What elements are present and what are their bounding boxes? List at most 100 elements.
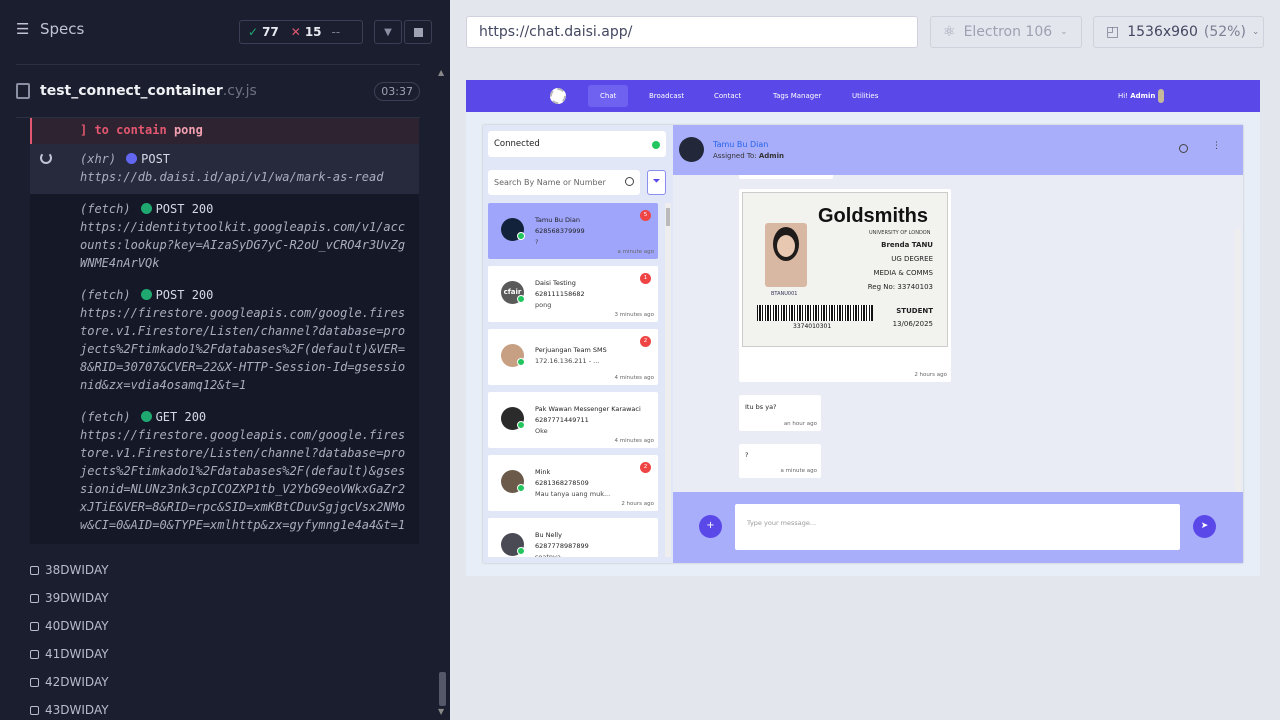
card-degree: UG DEGREE [891,255,933,263]
list-item[interactable]: Perjuangan Team SMS 172.16.136.211 - ...… [488,329,658,385]
chat-panel: Tamu Bu Dian Assigned To: Admin ⋮ Goldsm… [673,125,1243,563]
specs-header[interactable]: ☰ Specs [16,20,84,38]
status-text: Connected [494,139,540,149]
app-logo[interactable] [550,88,566,104]
spec-file-row[interactable]: test_connect_container .cy.js 03:37 [16,64,420,118]
nav-contact[interactable]: Contact [702,80,753,112]
card-institution: Goldsmiths [818,205,929,227]
chat-contact-name[interactable]: Tamu Bu Dian [713,140,768,149]
suite-item[interactable]: 43DWIDAY [30,703,109,717]
entry-url: https://firestore.googleapis.com/google.… [80,428,406,532]
search-icon[interactable] [625,177,634,186]
suite-checkbox-icon [30,705,39,715]
specs-label: Specs [40,20,85,38]
nav-utilities[interactable]: Utilities [840,80,890,112]
unread-badge: 5 [640,210,651,221]
chevron-down-icon: ⌄ [1251,27,1260,37]
avatar [501,344,525,367]
search-input[interactable]: Search By Name or Number [488,170,640,195]
card-photo [765,223,807,287]
scroll-thumb[interactable] [439,672,446,706]
chat-header: Tamu Bu Dian Assigned To: Admin ⋮ [673,125,1243,175]
contact-phone: 628568379999 [535,227,585,235]
suite-item[interactable]: 38DWIDAY [30,563,109,577]
suite-item[interactable]: 39DWIDAY [30,591,109,605]
log-entry[interactable]: (xhr) POST https://db.daisi.id/api/v1/wa/… [30,144,419,194]
message-time: an hour ago [783,421,817,427]
contact-scrollbar[interactable] [665,203,671,557]
contact-phone: 6281368278509 [535,479,589,487]
url-bar[interactable]: https://chat.daisi.app/ [466,16,918,48]
viewport-selector[interactable]: ◰ 1536x960 (52%) ⌄ [1093,16,1264,48]
viewport-size: 1536x960 [1127,24,1198,40]
scroll-down-icon[interactable]: ▼ [438,707,444,716]
search-icon[interactable] [1179,144,1188,153]
id-card-image[interactable]: Goldsmiths UNIVERSITY OF LONDON BTANU001… [742,192,948,347]
chevron-down-icon[interactable]: ▼ [374,20,402,44]
contact-name: Daisi Testing [535,279,576,287]
contact-list: Tamu Bu Dian 628568379999 ? a minute ago… [488,203,660,557]
log-entry[interactable]: (fetch) POST 200 https://firestore.google… [30,280,419,402]
send-button[interactable]: ➤ [1193,515,1216,538]
user-avatar[interactable] [1158,89,1164,103]
assigned-user: Admin [758,152,784,160]
card-photo-tag: BTANU001 [771,291,798,297]
suite-checkbox-icon [30,621,39,631]
message-bubble [739,175,833,179]
suite-item[interactable]: 41DWIDAY [30,647,109,661]
scroll-up-icon[interactable]: ▲ [438,68,444,77]
log-entry[interactable]: (fetch) GET 200 https://firestore.googlea… [30,402,419,542]
search-placeholder: Search By Name or Number [494,178,606,187]
list-item[interactable]: Mink 6281368278509 Mau tanya uang muk...… [488,455,658,511]
message-bubble: ? a minute ago [739,444,821,478]
nav-chat[interactable]: Chat [588,85,629,107]
entry-url: https://identitytoolkit.googleapis.com/v… [80,220,406,270]
card-dept: MEDIA & COMMS [873,269,933,277]
card-role: STUDENT [896,307,933,315]
suite-checkbox-icon [30,677,39,687]
log-scrollbar[interactable]: ▲ ▼ [436,64,448,720]
attach-button[interactable]: + [699,515,722,538]
log-entry[interactable]: (fetch) POST 200 https://identitytoolkit.… [30,194,419,280]
cross-icon: ✕ [290,25,301,39]
entry-type: (xhr) [80,152,117,166]
suite-label: 41DWIDAY [45,647,109,661]
card-date: 13/06/2025 [892,320,933,328]
test-stats: ✓ 77 ✕ 15 -- [239,20,363,44]
contact-name: Perjuangan Team SMS [535,346,607,354]
list-item[interactable]: Tamu Bu Dian 628568379999 ? a minute ago… [488,203,658,259]
file-icon [16,83,30,99]
failed-count: 15 [304,25,322,39]
suite-item[interactable]: 42DWIDAY [30,675,109,689]
contact-last-message: seatnya [535,553,561,557]
nav-broadcast[interactable]: Broadcast [637,80,696,112]
barcode [757,305,873,321]
menu-icon: ☰ [16,20,30,38]
command-log: ] to contain pong (xhr) POST https://db.d… [30,118,419,544]
unread-badge: 1 [640,273,651,284]
stop-button[interactable] [404,20,432,44]
browser-selector[interactable]: ⚛ Electron 106 ⌄ [930,16,1082,48]
list-item[interactable]: Bu Nelly 6287778987899 seatnya [488,518,658,557]
runner-panel: ☰ Specs ✓ 77 ✕ 15 -- ▼ test_connect_cont… [0,0,450,720]
message-scrollbar[interactable] [1235,229,1241,492]
more-icon[interactable]: ⋮ [1212,141,1221,151]
suite-item[interactable]: 40DWIDAY [30,619,109,633]
list-item[interactable]: Pak Wawan Messenger Karawaci 62877714497… [488,392,658,448]
nav-tags-manager[interactable]: Tags Manager [761,80,833,112]
list-item[interactable]: cfair Daisi Testing 628111158682 pong 3 … [488,266,658,322]
filter-icon[interactable]: ⏷ [647,170,666,195]
scroll-thumb[interactable] [666,208,670,226]
suite-label: 42DWIDAY [45,675,109,689]
suite-checkbox-icon [30,565,39,575]
spec-file-ext: .cy.js [222,83,257,99]
avatar: cfair [501,281,525,304]
image-message[interactable]: Goldsmiths UNIVERSITY OF LONDON BTANU001… [739,189,951,382]
message-input[interactable]: Type your message... [735,504,1180,550]
contact-name: Mink [535,468,551,476]
check-icon: ✓ [248,25,259,39]
user-name: Admin [1130,92,1156,100]
suite-label: 39DWIDAY [45,591,109,605]
contact-phone: 6287778987899 [535,542,589,550]
unread-badge: 2 [640,462,651,473]
